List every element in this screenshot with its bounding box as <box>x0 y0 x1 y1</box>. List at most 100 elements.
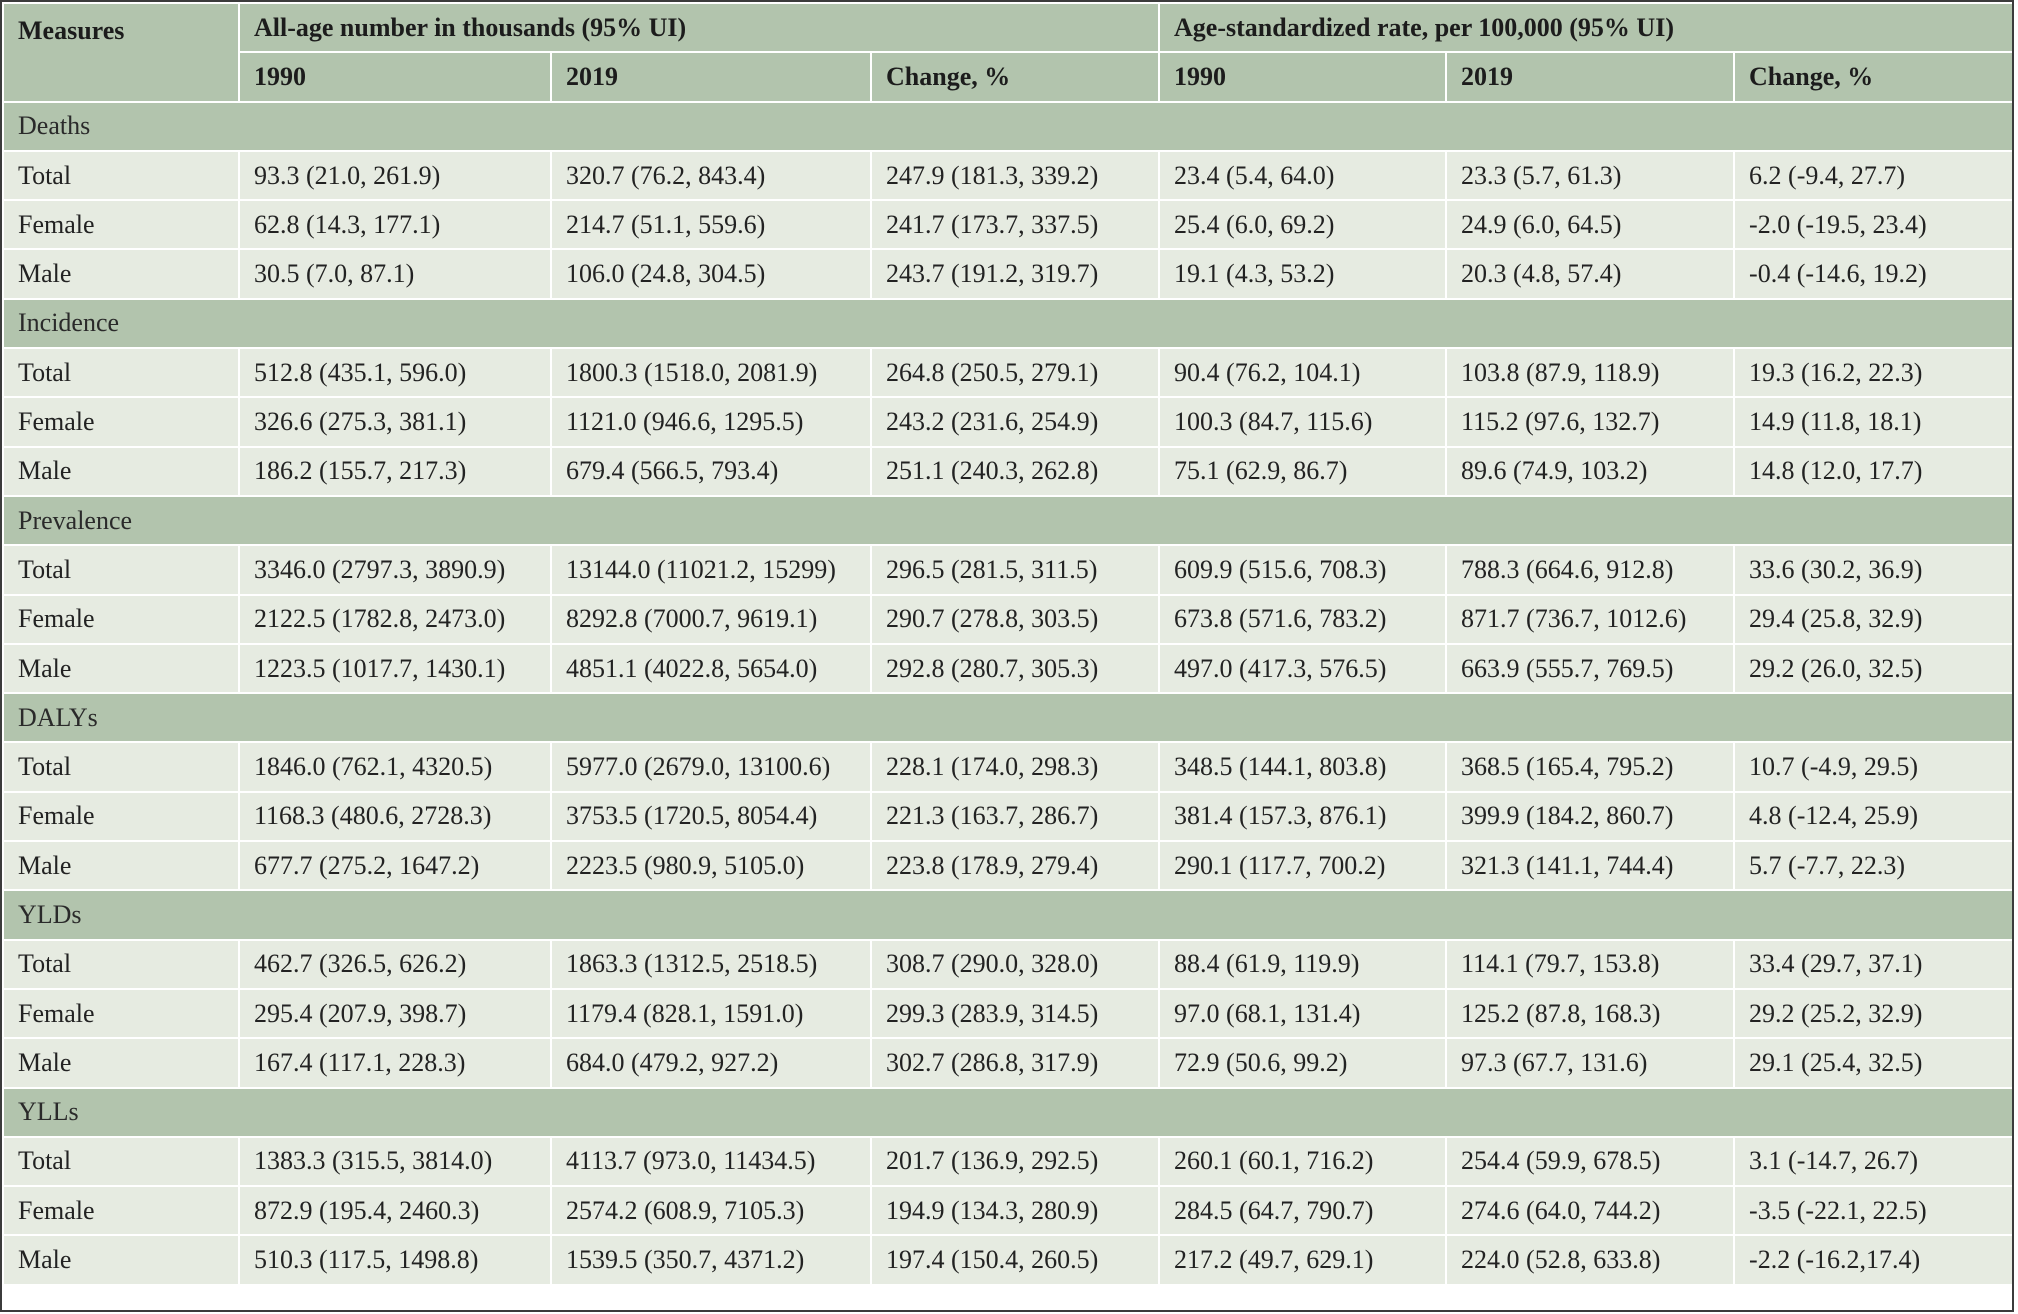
table-cell: 2223.5 (980.9, 5105.0) <box>550 840 872 892</box>
table-cell: 90.4 (76.2, 104.1) <box>1158 347 1448 399</box>
table-cell: 3.1 (-14.7, 26.7) <box>1733 1135 2017 1188</box>
table-cell: 1383.3 (315.5, 3814.0) <box>238 1135 552 1188</box>
column-header: 1990 <box>1158 51 1448 103</box>
row-label: Total <box>2 347 240 399</box>
table-cell: 684.0 (479.2, 927.2) <box>550 1037 872 1089</box>
table-cell: 290.1 (117.7, 700.2) <box>1158 840 1448 892</box>
table-cell: 194.9 (134.3, 280.9) <box>869 1185 1161 1237</box>
table-cell: 72.9 (50.6, 99.2) <box>1158 1037 1448 1089</box>
section-title: YLLs <box>1 1086 2017 1138</box>
section-title: DALYs <box>1 692 2017 744</box>
table-cell: 2574.2 (608.9, 7105.3) <box>550 1185 872 1237</box>
table-cell: 788.3 (664.6, 912.8) <box>1445 544 1736 596</box>
table-cell: 97.0 (68.1, 131.4) <box>1158 987 1448 1040</box>
column-header: 2019 <box>550 51 872 103</box>
table-row: Total 1383.3 (315.5, 3814.0) 4113.7 (973.0… <box>2 1135 2017 1188</box>
table-body: Deaths Total 93.3 (21.0, 261.9) 320.7 (76.2… <box>1 100 2017 1286</box>
table-row: Female 1168.3 (480.6, 2728.3) 3753.5 (1720… <box>2 790 2017 843</box>
table-cell: 201.7 (136.9, 292.5) <box>869 1135 1161 1188</box>
table-row: Total 3346.0 (2797.3, 3890.9) 13144.0 (110… <box>2 544 2017 596</box>
row-label: Total <box>2 741 240 793</box>
table-row: Male 510.3 (117.5, 1498.8) 1539.5 (350.7, … <box>2 1234 2017 1286</box>
table-cell: 75.1 (62.9, 86.7) <box>1158 445 1448 497</box>
row-label: Female <box>2 396 240 448</box>
table-cell: 4.8 (-12.4, 25.9) <box>1733 790 2017 843</box>
table-cell: 299.3 (283.9, 314.5) <box>869 987 1161 1040</box>
table-row: Female 62.8 (14.3, 177.1) 214.7 (51.1, 559… <box>2 199 2017 251</box>
section-header-row: YLLs <box>1 1086 2017 1138</box>
row-label: Male <box>2 642 240 695</box>
table-cell: 30.5 (7.0, 87.1) <box>238 248 552 300</box>
table-row: Female 872.9 (195.4, 2460.3) 2574.2 (608.9… <box>2 1185 2017 1237</box>
table-cell: 260.1 (60.1, 716.2) <box>1158 1135 1448 1188</box>
table-cell: 13144.0 (11021.2, 15299) <box>550 544 872 596</box>
table-cell: 224.0 (52.8, 633.8) <box>1445 1234 1736 1286</box>
table-cell: 326.6 (275.3, 381.1) <box>238 396 552 448</box>
row-label: Male <box>2 1234 240 1286</box>
table-cell: 19.1 (4.3, 53.2) <box>1158 248 1448 300</box>
table-cell: -3.5 (-22.1, 22.5) <box>1733 1185 2017 1237</box>
row-label: Total <box>2 1135 240 1188</box>
table-cell: 399.9 (184.2, 860.7) <box>1445 790 1736 843</box>
table-cell: 24.9 (6.0, 64.5) <box>1445 199 1736 251</box>
table-cell: 23.4 (5.4, 64.0) <box>1158 149 1448 202</box>
table-cell: 673.8 (571.6, 783.2) <box>1158 593 1448 645</box>
table-cell: 223.8 (178.9, 279.4) <box>869 840 1161 892</box>
section-header-row: Prevalence <box>1 494 2017 547</box>
section-header-row: Incidence <box>1 297 2017 350</box>
table-cell: 3753.5 (1720.5, 8054.4) <box>550 790 872 843</box>
table-cell: 5.7 (-7.7, 22.3) <box>1733 840 2017 892</box>
table-cell: 100.3 (84.7, 115.6) <box>1158 396 1448 448</box>
measures-header: Measures <box>2 2 240 103</box>
table-cell: 320.7 (76.2, 843.4) <box>550 149 872 202</box>
table-cell: 241.7 (173.7, 337.5) <box>869 199 1161 251</box>
table-cell: 1800.3 (1518.0, 2081.9) <box>550 347 872 399</box>
column-header: 1990 <box>238 51 552 103</box>
table-cell: 10.7 (-4.9, 29.5) <box>1733 741 2017 793</box>
section-title: Prevalence <box>1 494 2017 547</box>
table-cell: 290.7 (278.8, 303.5) <box>869 593 1161 645</box>
table-row: Total 1846.0 (762.1, 4320.5) 5977.0 (2679.… <box>2 741 2017 793</box>
table-cell: 462.7 (326.5, 626.2) <box>238 938 552 990</box>
table-cell: 6.2 (-9.4, 27.7) <box>1733 149 2017 202</box>
table-cell: 1179.4 (828.1, 1591.0) <box>550 987 872 1040</box>
table-cell: 368.5 (165.4, 795.2) <box>1445 741 1736 793</box>
table-cell: 2122.5 (1782.8, 2473.0) <box>238 593 552 645</box>
table-cell: 14.9 (11.8, 18.1) <box>1733 396 2017 448</box>
age-standardized-rate-header: Age-standardized rate, per 100,000 (95% … <box>1158 1 2017 54</box>
table-cell: 251.1 (240.3, 262.8) <box>869 445 1161 497</box>
table-cell: 1539.5 (350.7, 4371.2) <box>550 1234 872 1286</box>
table-cell: 243.7 (191.2, 319.7) <box>869 248 1161 300</box>
table-cell: 1846.0 (762.1, 4320.5) <box>238 741 552 793</box>
table-cell: 20.3 (4.8, 57.4) <box>1445 248 1736 300</box>
burden-table: Measures All-age number in thousands (95… <box>1 1 2017 1286</box>
table-cell: 33.4 (29.7, 37.1) <box>1733 938 2017 990</box>
table-row: Male 167.4 (117.1, 228.3) 684.0 (479.2, 92… <box>2 1037 2017 1089</box>
table-cell: 25.4 (6.0, 69.2) <box>1158 199 1448 251</box>
table-row: Female 326.6 (275.3, 381.1) 1121.0 (946.6,… <box>2 396 2017 448</box>
table-cell: 167.4 (117.1, 228.3) <box>238 1037 552 1089</box>
table-cell: 29.1 (25.4, 32.5) <box>1733 1037 2017 1089</box>
table-row: Male 1223.5 (1017.7, 1430.1) 4851.1 (4022.… <box>2 642 2017 695</box>
table-cell: 8292.8 (7000.7, 9619.1) <box>550 593 872 645</box>
section-title: Incidence <box>1 297 2017 350</box>
table-cell: 197.4 (150.4, 260.5) <box>869 1234 1161 1286</box>
table-row: Total 93.3 (21.0, 261.9) 320.7 (76.2, 843.… <box>2 149 2017 202</box>
row-label: Male <box>2 840 240 892</box>
table-cell: 115.2 (97.6, 132.7) <box>1445 396 1736 448</box>
row-label: Male <box>2 1037 240 1089</box>
table-cell: 103.8 (87.9, 118.9) <box>1445 347 1736 399</box>
column-header: Change, % <box>869 51 1161 103</box>
row-label: Female <box>2 987 240 1040</box>
table-cell: 274.6 (64.0, 744.2) <box>1445 1185 1736 1237</box>
table-cell: 1121.0 (946.6, 1295.5) <box>550 396 872 448</box>
section-header-row: Deaths <box>1 100 2017 152</box>
table-cell: 510.3 (117.5, 1498.8) <box>238 1234 552 1286</box>
table-cell: 302.7 (286.8, 317.9) <box>869 1037 1161 1089</box>
table-cell: 677.7 (275.2, 1647.2) <box>238 840 552 892</box>
table-cell: 1863.3 (1312.5, 2518.5) <box>550 938 872 990</box>
table-cell: 321.3 (141.1, 744.4) <box>1445 840 1736 892</box>
table-cell: 5977.0 (2679.0, 13100.6) <box>550 741 872 793</box>
table-row: Female 295.4 (207.9, 398.7) 1179.4 (828.1,… <box>2 987 2017 1040</box>
table-row: Total 512.8 (435.1, 596.0) 1800.3 (1518.0,… <box>2 347 2017 399</box>
